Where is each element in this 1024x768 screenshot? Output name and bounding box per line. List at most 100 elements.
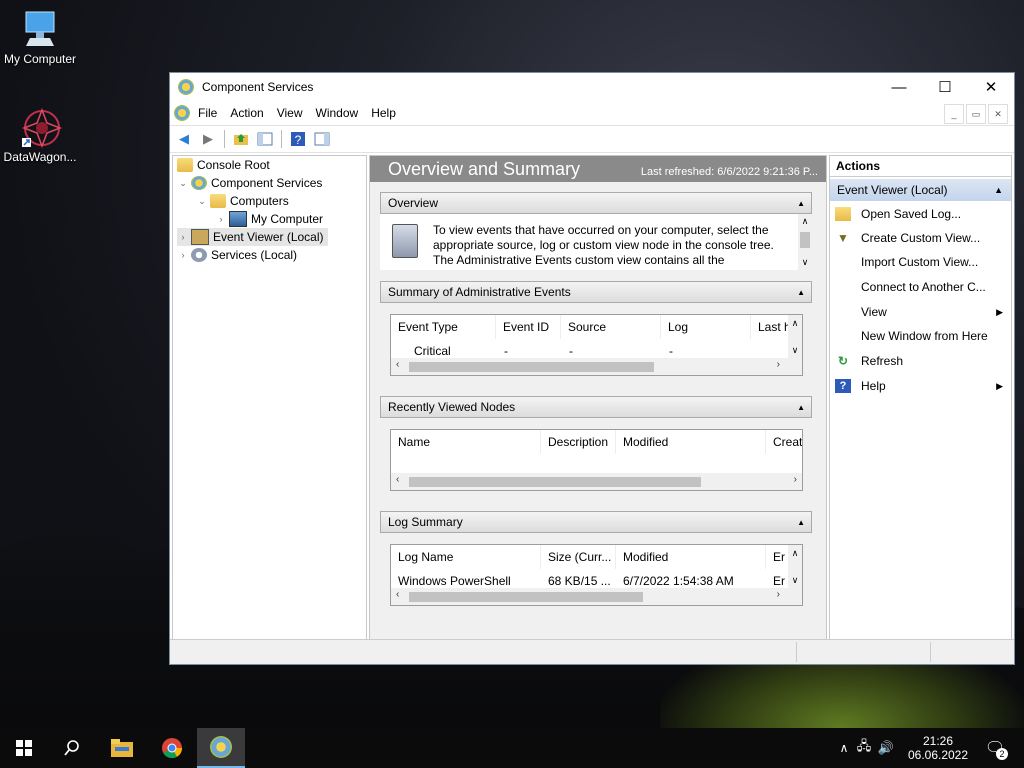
chevron-right-icon[interactable]: › (177, 250, 189, 260)
actions-group-event-viewer[interactable]: Event Viewer (Local) ▲ (830, 179, 1011, 201)
scroll-left-icon[interactable]: ‹ (396, 474, 399, 485)
collapse-icon[interactable]: ▲ (994, 185, 1003, 195)
chevron-right-icon[interactable]: › (177, 232, 189, 242)
action-import-custom-view[interactable]: Import Custom View... (830, 252, 1011, 272)
scroll-right-icon[interactable]: › (777, 589, 780, 600)
desktop-icon-my-computer[interactable]: My Computer (0, 8, 80, 66)
table-cell[interactable]: 6/7/2022 1:54:38 AM (623, 574, 734, 588)
mdi-close-button[interactable]: ✕ (988, 104, 1008, 124)
scrollbar-thumb[interactable] (409, 477, 701, 487)
table-cell[interactable]: - (569, 344, 573, 358)
action-open-saved-log[interactable]: Open Saved Log... (830, 204, 1011, 224)
collapse-icon[interactable]: ▲ (797, 518, 805, 527)
menu-file[interactable]: File (198, 106, 217, 120)
scroll-up-icon[interactable]: ∧ (798, 216, 812, 227)
column-header[interactable]: Last h (751, 315, 789, 339)
scrollbar-thumb[interactable] (409, 592, 643, 602)
clock[interactable]: 21:26 06.06.2022 (906, 728, 970, 768)
back-arrow-icon[interactable]: ◀ (174, 129, 194, 149)
file-explorer-button[interactable] (98, 728, 146, 768)
chrome-button[interactable] (148, 728, 196, 768)
column-header[interactable]: Event ID (496, 315, 561, 339)
scroll-down-icon[interactable]: ∨ (788, 575, 802, 586)
section-log-summary-header[interactable]: Log Summary ▲ (380, 511, 812, 533)
mdi-minimize-button[interactable]: _ (944, 104, 964, 124)
volume-icon[interactable]: 🔊 (876, 740, 896, 756)
minimize-button[interactable]: — (876, 73, 922, 101)
horizontal-scrollbar[interactable]: ‹ › (391, 588, 802, 605)
chevron-up-icon[interactable]: ∧ (836, 741, 852, 755)
column-header[interactable]: Log Name (391, 545, 541, 569)
scroll-left-icon[interactable]: ‹ (396, 589, 399, 600)
action-create-custom-view[interactable]: ▼ Create Custom View... (830, 228, 1011, 248)
tree-node-my-computer[interactable]: › My Computer (215, 210, 323, 228)
vertical-scrollbar[interactable]: ∧ ∨ (788, 545, 802, 589)
tree-node-computers[interactable]: ⌄ Computers (196, 192, 289, 210)
column-header[interactable]: Name (391, 430, 541, 454)
section-admin-events-header[interactable]: Summary of Administrative Events ▲ (380, 281, 812, 303)
scroll-down-icon[interactable]: ∨ (798, 257, 812, 268)
maximize-button[interactable]: ☐ (922, 73, 968, 101)
start-button[interactable] (0, 728, 48, 768)
search-button[interactable] (48, 728, 96, 768)
desktop-icon-datawagon[interactable]: DataWagon... (0, 106, 80, 164)
menu-action[interactable]: Action (230, 106, 263, 120)
chevron-right-icon[interactable]: › (215, 214, 227, 224)
action-refresh[interactable]: ↻ Refresh (830, 351, 1011, 371)
title-bar[interactable]: Component Services — ☐ ✕ (170, 73, 1014, 101)
action-new-window[interactable]: New Window from Here (830, 326, 1011, 346)
notifications-button[interactable]: 🗨 2 (982, 728, 1008, 768)
table-cell[interactable]: Er (773, 574, 789, 588)
tree-node-event-viewer[interactable]: › Event Viewer (Local) (177, 228, 328, 246)
table-cell[interactable]: - (669, 344, 673, 358)
scrollbar-thumb[interactable] (800, 232, 810, 248)
table-cell[interactable]: Critical (414, 344, 451, 358)
column-header[interactable]: Log (661, 315, 751, 339)
network-icon[interactable]: 🖧 (852, 737, 876, 759)
column-header[interactable]: Modified (616, 430, 766, 454)
forward-arrow-icon[interactable]: ▶ (198, 129, 218, 149)
column-header[interactable]: Source (561, 315, 661, 339)
scroll-right-icon[interactable]: › (794, 474, 797, 485)
help-icon[interactable]: ? (288, 129, 308, 149)
close-button[interactable]: ✕ (968, 73, 1014, 101)
table-cell[interactable]: 68 KB/15 ... (548, 574, 616, 588)
component-services-icon[interactable] (174, 105, 190, 121)
vertical-scrollbar[interactable]: ∧ ∨ (798, 214, 812, 270)
table-cell[interactable]: Windows PowerShell (398, 574, 511, 588)
scrollbar-thumb[interactable] (409, 362, 654, 372)
menu-view[interactable]: View (277, 106, 303, 120)
action-view[interactable]: View ▶ (830, 302, 1011, 322)
tree-node-component-services[interactable]: ⌄ Component Services (177, 174, 322, 192)
column-header[interactable]: Creat (766, 430, 802, 454)
vertical-scrollbar[interactable]: ∧ ∨ (788, 315, 802, 359)
column-header[interactable]: Event Type (391, 315, 496, 339)
component-services-taskbar-button[interactable] (197, 728, 245, 768)
up-folder-icon[interactable] (231, 129, 251, 149)
table-cell[interactable]: - (504, 344, 508, 358)
menu-help[interactable]: Help (371, 106, 396, 120)
scroll-right-icon[interactable]: › (777, 359, 780, 370)
column-header[interactable]: Modified (616, 545, 766, 569)
scroll-left-icon[interactable]: ‹ (396, 359, 399, 370)
section-overview-header[interactable]: Overview ▲ (380, 192, 812, 214)
scroll-up-icon[interactable]: ∧ (788, 318, 802, 329)
chevron-down-icon[interactable]: ⌄ (177, 178, 189, 189)
tree-node-services[interactable]: › Services (Local) (177, 246, 297, 264)
scroll-up-icon[interactable]: ∧ (788, 548, 802, 559)
mdi-restore-button[interactable]: ▭ (966, 104, 986, 124)
section-recent-nodes-header[interactable]: Recently Viewed Nodes ▲ (380, 396, 812, 418)
collapse-icon[interactable]: ▲ (797, 199, 805, 208)
tree-node-console-root[interactable]: Console Root (175, 156, 270, 174)
column-header[interactable]: Description (541, 430, 616, 454)
show-hide-tree-icon[interactable] (255, 129, 275, 149)
column-header[interactable]: Size (Curr... (541, 545, 616, 569)
collapse-icon[interactable]: ▲ (797, 403, 805, 412)
collapse-icon[interactable]: ▲ (797, 288, 805, 297)
scroll-down-icon[interactable]: ∨ (788, 345, 802, 356)
column-header[interactable]: Er (766, 545, 790, 569)
horizontal-scrollbar[interactable]: ‹ › (391, 358, 802, 375)
action-connect-another[interactable]: Connect to Another C... (830, 277, 1011, 297)
chevron-down-icon[interactable]: ⌄ (196, 196, 208, 207)
action-help[interactable]: ? Help ▶ (830, 376, 1011, 396)
